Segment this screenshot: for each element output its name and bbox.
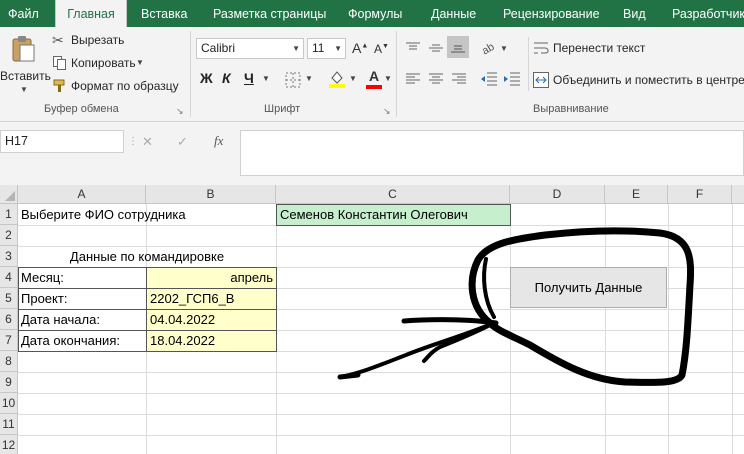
chevron-down-icon[interactable]: ▼ xyxy=(305,74,313,83)
tab-formulas[interactable]: Формулы xyxy=(348,0,402,27)
tab-developer[interactable]: Разработчик xyxy=(672,0,744,27)
cancel-icon[interactable]: ✕ xyxy=(142,134,153,150)
formula-input[interactable] xyxy=(240,130,744,176)
align-left-icon[interactable] xyxy=(405,73,421,85)
align-middle-icon[interactable] xyxy=(428,41,444,55)
excel-window: Файл Главная Вставка Разметка страницы Ф… xyxy=(0,0,744,454)
chevron-down-icon[interactable]: ▼ xyxy=(349,74,357,83)
tab-insert[interactable]: Вставка xyxy=(141,0,187,27)
clipboard-group-label: Буфер обмена xyxy=(44,103,119,115)
formula-bar: H17 ⋮ ✕ ✓ fx xyxy=(0,122,744,185)
spreadsheet-grid[interactable]: A B C D E F 1 2 3 4 5 6 7 8 9 10 11 12 В… xyxy=(0,185,744,454)
chevron-down-icon: ▼ xyxy=(334,44,342,53)
paste-label: Вставить xyxy=(0,69,51,83)
tab-file[interactable]: Файл xyxy=(8,0,39,27)
paste-button[interactable]: Вставить ▼ xyxy=(0,31,51,99)
copy-button[interactable]: Копировать ▼ xyxy=(52,54,144,74)
clipboard-launcher-icon[interactable]: ↘ xyxy=(176,106,184,117)
font-name-select[interactable]: Calibri ▼ xyxy=(196,38,304,59)
divider xyxy=(528,37,529,91)
italic-button[interactable]: К xyxy=(222,70,231,86)
paste-icon xyxy=(12,36,35,62)
merge-cells-icon xyxy=(533,72,549,88)
ribbon-tabs: Файл Главная Вставка Разметка страницы Ф… xyxy=(0,0,744,28)
align-top-icon[interactable] xyxy=(405,41,421,55)
more-icon: ⋮ xyxy=(128,136,138,147)
chevron-down-icon[interactable]: ▼ xyxy=(262,74,270,83)
alignment-group-label: Выравнивание xyxy=(533,103,609,115)
align-bottom-button[interactable] xyxy=(447,36,469,58)
hand-drawn-annotation xyxy=(337,227,694,386)
wrap-text-icon xyxy=(534,42,549,54)
font-size-value: 11 xyxy=(312,41,325,55)
cut-label: Вырезать xyxy=(71,33,125,47)
chevron-down-icon: ▼ xyxy=(292,44,300,53)
font-group-label: Шрифт xyxy=(264,103,301,115)
font-color-swatch xyxy=(366,85,382,89)
bold-button[interactable]: Ж xyxy=(200,70,213,86)
align-right-icon[interactable] xyxy=(451,73,467,85)
font-color-glyph: А xyxy=(368,68,380,84)
fill-color-icon[interactable] xyxy=(328,69,346,89)
font-launcher-icon[interactable]: ↘ xyxy=(383,106,391,117)
divider xyxy=(396,31,397,117)
increase-font-icon[interactable]: A▲ xyxy=(352,40,368,56)
orientation-icon[interactable]: ab xyxy=(480,39,498,55)
svg-text:ab: ab xyxy=(480,41,497,55)
font-color-button[interactable]: А xyxy=(366,68,382,89)
decrease-font-icon[interactable]: A▼ xyxy=(374,42,389,56)
align-bottom-icon xyxy=(451,45,465,53)
underline-button[interactable]: Ч xyxy=(244,70,254,86)
chevron-down-icon[interactable]: ▼ xyxy=(500,44,508,53)
copy-icon xyxy=(53,56,66,70)
format-painter-label: Формат по образцу xyxy=(71,79,179,93)
divider xyxy=(190,31,191,117)
paste-dropdown-icon: ▼ xyxy=(20,85,28,94)
merge-center-label: Объединить и поместить в центре xyxy=(553,73,744,87)
font-name-value: Calibri xyxy=(201,41,236,55)
merge-center-button[interactable]: Объединить и поместить в центре xyxy=(533,71,744,91)
tab-data[interactable]: Данные xyxy=(431,0,476,27)
ribbon-home: Вставить ▼ ✂ Вырезать Копировать ▼ Форма… xyxy=(0,27,744,122)
enter-icon[interactable]: ✓ xyxy=(177,134,188,150)
tab-review[interactable]: Рецензирование xyxy=(503,0,600,27)
wrap-text-label: Перенести текст xyxy=(553,41,646,55)
tab-home[interactable]: Главная xyxy=(55,0,127,28)
align-center-icon[interactable] xyxy=(428,73,444,85)
tab-view[interactable]: Вид xyxy=(623,0,646,27)
insert-function-icon[interactable]: fx xyxy=(214,133,223,149)
scissors-icon: ✂ xyxy=(52,32,64,48)
increase-indent-icon[interactable] xyxy=(503,72,521,86)
font-size-select[interactable]: 11 ▼ xyxy=(307,38,346,59)
decrease-indent-icon[interactable] xyxy=(480,72,498,86)
chevron-down-icon[interactable]: ▼ xyxy=(384,74,392,83)
borders-icon[interactable] xyxy=(285,72,301,88)
name-box[interactable]: H17 xyxy=(0,130,124,153)
tab-page-layout[interactable]: Разметка страницы xyxy=(213,0,326,27)
copy-dropdown-icon: ▼ xyxy=(136,58,144,67)
copy-label: Копировать xyxy=(71,56,136,70)
brush-icon xyxy=(53,79,65,92)
